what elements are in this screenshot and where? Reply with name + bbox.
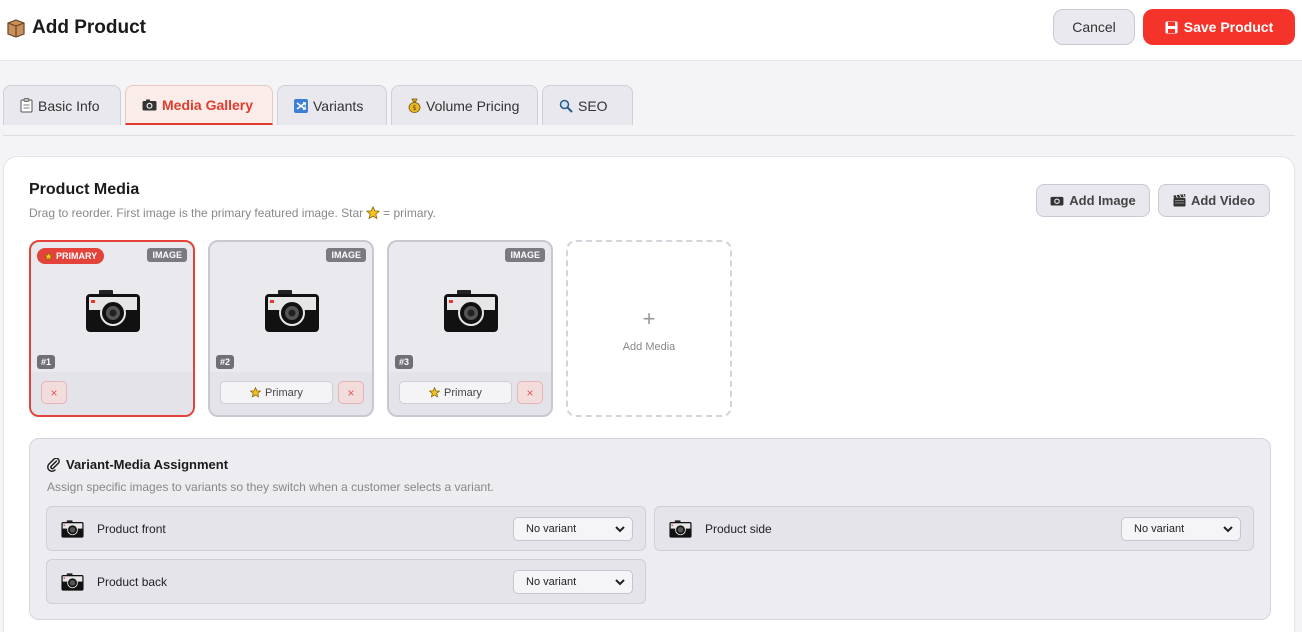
tab-bar: Basic Info Media Gallery Variants $ Volu… (3, 85, 633, 125)
remove-media-button[interactable]: × (517, 381, 543, 404)
magnifier-icon (559, 99, 573, 113)
star-icon (250, 387, 262, 398)
add-image-label: Add Image (1069, 193, 1136, 208)
tab-variants[interactable]: Variants (277, 85, 387, 125)
page-title-text: Add Product (32, 17, 146, 38)
add-media-label: Add Media (622, 341, 676, 353)
chevron-down-icon (1223, 526, 1233, 533)
set-primary-button[interactable]: Primary (399, 381, 512, 404)
camera-icon (61, 573, 84, 596)
variant-select-value: No variant (526, 576, 577, 588)
svg-text:$: $ (412, 104, 416, 112)
variant-select-value: No variant (1134, 523, 1185, 535)
camera-icon (669, 520, 692, 543)
variant-media-row: Product side No variant (654, 506, 1254, 551)
chevron-down-icon (615, 526, 625, 533)
media-type-badge: IMAGE (505, 248, 545, 262)
section-title: Product Media (29, 181, 140, 198)
tab-volume-pricing[interactable]: $ Volume Pricing (391, 85, 538, 125)
variant-select[interactable]: No variant (513, 517, 633, 541)
page-header: Add Product Cancel Save Product (0, 0, 1302, 61)
media-type-badge: IMAGE (326, 248, 366, 262)
tab-label: Basic Info (38, 97, 100, 114)
set-primary-button[interactable]: Primary (220, 381, 333, 404)
variant-media-assignment: Variant-Media Assignment Assign specific… (29, 438, 1271, 620)
position-number: #1 (37, 355, 56, 369)
camera-icon (443, 289, 499, 338)
media-name: Product side (705, 522, 772, 536)
remove-media-button[interactable]: × (41, 381, 67, 404)
variant-select-value: No variant (526, 523, 577, 535)
media-card[interactable]: IMAGE #3 Primary × (387, 240, 553, 417)
clapper-board-icon (1173, 194, 1186, 207)
tab-media-gallery[interactable]: Media Gallery (125, 85, 273, 125)
shuffle-icon (294, 98, 308, 113)
package-icon (6, 18, 26, 38)
chevron-down-icon (615, 579, 625, 586)
cancel-button[interactable]: Cancel (1053, 9, 1135, 45)
page-title: Add Product (6, 17, 146, 39)
card-footer: Primary × (389, 372, 551, 415)
tab-basic-info[interactable]: Basic Info (3, 85, 121, 125)
media-card[interactable]: IMAGE #2 Primary × (208, 240, 374, 417)
camera-icon (142, 99, 157, 110)
plus-icon: + (642, 306, 656, 331)
set-primary-label: Primary (265, 386, 303, 399)
set-primary-label: Primary (444, 386, 482, 399)
add-video-label: Add Video (1190, 193, 1256, 208)
variant-media-title: Variant-Media Assignment (47, 457, 228, 472)
position-number: #2 (216, 355, 235, 369)
money-bag-icon: $ (408, 98, 421, 113)
card-footer: × (31, 372, 193, 415)
tab-label: Volume Pricing (426, 97, 520, 114)
media-card[interactable]: PRIMARY IMAGE #1 × (29, 240, 195, 417)
variant-select[interactable]: No variant (513, 570, 633, 594)
section-subtitle: Drag to reorder. First image is the prim… (29, 206, 436, 220)
clipboard-icon (20, 98, 33, 113)
star-icon (366, 206, 381, 220)
media-name: Product back (97, 575, 168, 589)
star-icon (429, 387, 441, 398)
tab-label: Media Gallery (162, 96, 254, 113)
subtitle-text: Drag to reorder. First image is the prim… (29, 206, 364, 220)
paperclip-icon (47, 457, 60, 472)
star-icon (44, 251, 53, 261)
floppy-disk-icon (1165, 21, 1178, 33)
primary-badge: PRIMARY (37, 248, 105, 264)
subtitle-text: = primary. (383, 206, 436, 220)
save-product-label: Save Product (1183, 19, 1274, 35)
camera-icon (1050, 196, 1064, 206)
camera-icon (85, 289, 141, 338)
media-name: Product front (97, 522, 166, 536)
tab-seo[interactable]: SEO (542, 85, 633, 125)
variant-media-row: Product back No variant (46, 559, 646, 604)
add-image-button[interactable]: Add Image (1036, 184, 1150, 217)
save-product-button[interactable]: Save Product (1143, 9, 1295, 45)
remove-media-button[interactable]: × (338, 381, 364, 404)
position-number: #3 (395, 355, 414, 369)
add-media-dropzone[interactable]: + Add Media (566, 240, 732, 417)
camera-icon (264, 289, 320, 338)
tab-divider (3, 135, 1295, 136)
variant-select[interactable]: No variant (1121, 517, 1241, 541)
variant-media-row: Product front No variant (46, 506, 646, 551)
tab-label: Variants (313, 97, 364, 114)
camera-icon (61, 520, 84, 543)
primary-badge-label: PRIMARY (56, 251, 98, 261)
card-footer: Primary × (210, 372, 372, 415)
add-video-button[interactable]: Add Video (1158, 184, 1270, 217)
variant-media-title-text: Variant-Media Assignment (66, 457, 229, 472)
tab-label: SEO (578, 97, 608, 114)
variant-media-subtitle: Assign specific images to variants so th… (47, 480, 494, 494)
media-type-badge: IMAGE (147, 248, 187, 262)
media-panel: Product Media Drag to reorder. First ima… (3, 156, 1295, 632)
